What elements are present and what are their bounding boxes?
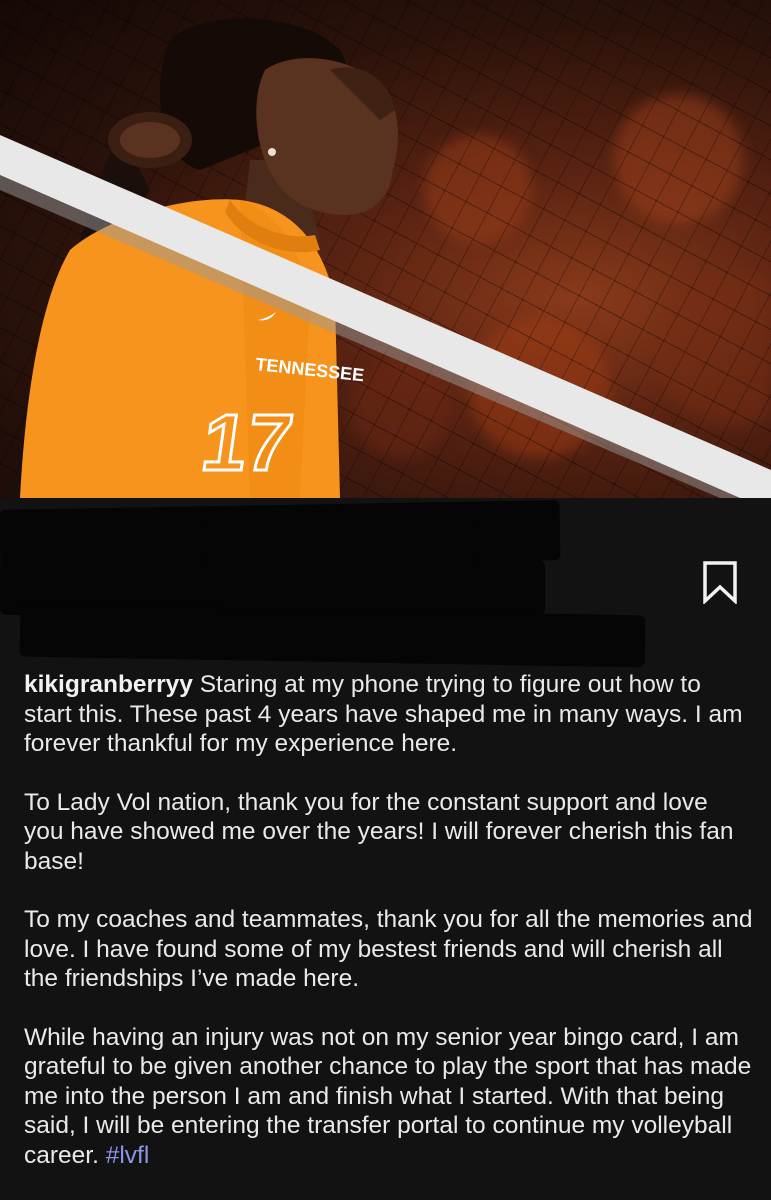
hashtag-link[interactable]: #lvfl: [106, 1142, 150, 1169]
caption-paragraph-4: While having an injury was not on my sen…: [24, 1023, 754, 1171]
post-photo[interactable]: TENNESSEE 17: [0, 0, 771, 498]
redacted-area: [19, 604, 646, 668]
caption-paragraph-2: To Lady Vol nation, thank you for the co…: [24, 788, 754, 877]
jersey-number: 17: [196, 398, 298, 488]
caption-text: To my coaches and teammates, thank you f…: [24, 906, 753, 992]
bookmark-icon: [703, 561, 737, 606]
caption-paragraph-3: To my coaches and teammates, thank you f…: [24, 905, 754, 994]
bookmark-button[interactable]: [700, 560, 740, 606]
username-link[interactable]: kikigranberryy: [24, 671, 193, 698]
caption-text: To Lady Vol nation, thank you for the co…: [24, 788, 734, 875]
redacted-area: [200, 522, 480, 562]
caption-paragraph-1: kikigranberryy Staring at my phone tryin…: [24, 670, 754, 759]
athlete-illustration: TENNESSEE 17: [0, 18, 771, 498]
post-caption: kikigranberryy Staring at my phone tryin…: [24, 670, 754, 1199]
